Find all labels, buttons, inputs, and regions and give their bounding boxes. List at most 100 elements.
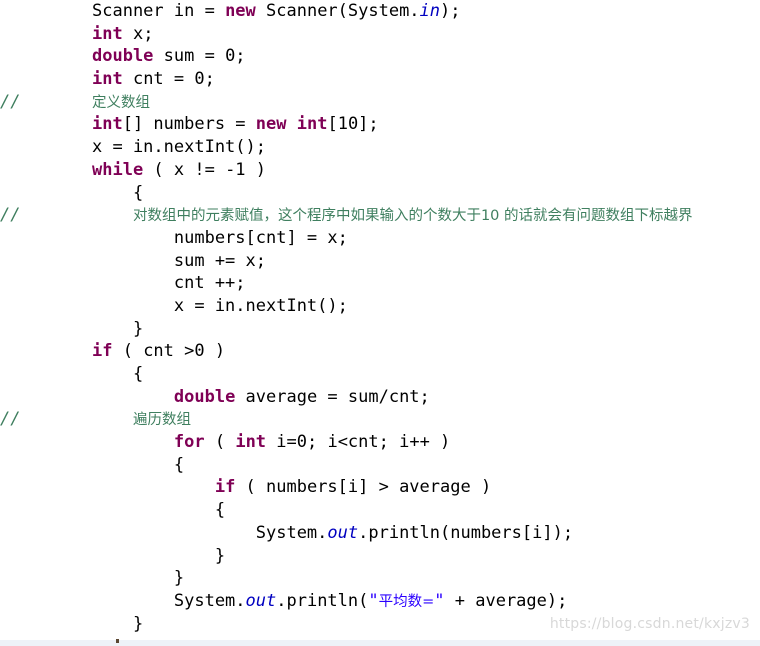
code-line: int[] numbers = new int[10];	[0, 113, 760, 136]
code-line: numbers[cnt] = x;	[0, 227, 760, 250]
code-line: while ( x != -1 )	[0, 159, 760, 182]
watermark-text: https://blog.csdn.net/kxjzv3	[549, 616, 750, 632]
code-line-body: System.out.println(numbers[i]);	[0, 522, 573, 545]
token-cmt-cjk: 对数组中的元素赋值，这个程序中如果输入的个数大于10 的话就会有问题数组下标越界	[132, 208, 693, 225]
code-line: x = in.nextInt();	[0, 295, 760, 318]
code-line: System.out.println("平均数=" + average);	[0, 590, 760, 613]
code-line: {	[0, 499, 760, 522]
code-line: // 定义数组	[0, 91, 760, 114]
token-kw: for	[173, 432, 205, 453]
token-field: out	[245, 590, 277, 611]
code-line: int cnt = 0;	[0, 68, 760, 91]
comment-marker: //	[0, 409, 21, 430]
token-kw: double	[92, 46, 154, 67]
token-kw: int	[235, 432, 267, 453]
token-plain: sum = 0;	[153, 46, 246, 67]
code-line-body: x = in.nextInt();	[0, 295, 348, 318]
token-plain: x = in.nextInt();	[92, 295, 348, 316]
code-line: }	[0, 318, 760, 341]
code-line: // 对数组中的元素赋值，这个程序中如果输入的个数大于10 的话就会有问题数组下…	[0, 204, 760, 227]
token-plain: x;	[122, 23, 154, 44]
token-kw: int	[92, 23, 123, 44]
token-plain: }	[92, 545, 226, 566]
code-line: for ( int i=0; i<cnt; i++ )	[0, 431, 760, 454]
code-line-body: if ( cnt >0 )	[0, 340, 225, 363]
token-cmt-cjk: 定义数组	[92, 94, 150, 111]
bottom-band	[0, 640, 760, 646]
code-line: if ( cnt >0 )	[0, 340, 760, 363]
code-line-body: numbers[cnt] = x;	[0, 227, 348, 250]
token-plain: sum += x;	[92, 250, 266, 271]
token-plain: cnt = 0;	[122, 69, 215, 90]
token-plain: + average);	[444, 590, 568, 611]
comment-marker: //	[0, 91, 21, 112]
code-line-body: }	[0, 567, 184, 590]
token-plain: );	[440, 1, 461, 21]
token-plain: ( x != -1 )	[143, 159, 267, 180]
code-editor-content[interactable]: Scanner in = new Scanner(System.in); int …	[0, 0, 760, 640]
code-line-body: {	[0, 454, 184, 477]
token-kw: while	[92, 159, 144, 180]
token-kw: int	[92, 114, 123, 135]
token-field: out	[327, 522, 359, 543]
code-line-body: 定义数组	[0, 91, 150, 115]
token-plain: average = sum/cnt;	[235, 386, 430, 407]
token-kw: double	[173, 386, 236, 407]
code-line: int x;	[0, 23, 760, 46]
code-line-body: if ( numbers[i] > average )	[0, 476, 491, 499]
bottom-tick	[116, 639, 119, 643]
code-line-body: {	[0, 499, 225, 522]
token-plain: {	[92, 364, 144, 384]
code-line: cnt ++;	[0, 272, 760, 295]
code-line-body: x = in.nextInt();	[0, 136, 266, 159]
token-plain: (	[204, 432, 236, 453]
token-plain: cnt ++;	[92, 273, 246, 294]
code-line-body: System.out.println("平均数=" + average);	[0, 590, 567, 614]
code-line: System.out.println(numbers[i]);	[0, 522, 760, 545]
token-plain: {	[92, 182, 144, 203]
token-cjk-str: 平均数=	[378, 593, 435, 610]
token-kw: new	[225, 1, 256, 21]
token-plain: System.	[92, 522, 328, 543]
code-line: sum += x;	[0, 250, 760, 273]
token-plain: {	[92, 454, 185, 475]
token-plain: x = in.nextInt();	[92, 137, 266, 158]
code-line: if ( numbers[i] > average )	[0, 476, 760, 499]
code-line: }	[0, 545, 760, 568]
code-screenshot: Scanner in = new Scanner(System.in); int …	[0, 0, 760, 646]
token-plain: Scanner in =	[92, 1, 226, 21]
code-line-body: 遍历数组	[0, 408, 191, 432]
code-line-body: sum += x;	[0, 250, 266, 273]
code-line-body: {	[0, 182, 143, 205]
token-plain: [] numbers =	[122, 114, 256, 135]
code-line-body: }	[0, 545, 225, 568]
code-line-body: int[] numbers = new int[10];	[0, 113, 379, 136]
token-plain: Scanner(System.	[255, 1, 420, 21]
token-plain: [10];	[327, 114, 379, 135]
code-line-body: {	[0, 363, 143, 386]
token-plain: ( cnt >0 )	[112, 341, 226, 362]
token-kw: int	[296, 114, 328, 135]
code-line-body: int x;	[0, 23, 153, 46]
token-plain: }	[92, 568, 185, 589]
code-line: {	[0, 182, 760, 205]
token-cmt-cjk: 遍历数组	[132, 412, 191, 429]
token-plain: }	[92, 318, 144, 339]
code-line-body: int cnt = 0;	[0, 68, 215, 91]
token-plain: ( numbers[i] > average )	[235, 477, 492, 498]
code-line: double average = sum/cnt;	[0, 386, 760, 409]
code-line-body: while ( x != -1 )	[0, 159, 266, 182]
token-plain: System.	[92, 590, 246, 611]
code-line-body: }	[0, 613, 143, 636]
code-line: // 遍历数组	[0, 408, 760, 431]
token-plain: .println(numbers[i]);	[358, 522, 574, 543]
token-plain: i=0; i<cnt; i++ )	[266, 432, 451, 453]
token-str: "	[368, 590, 379, 611]
token-plain: }	[92, 613, 144, 634]
